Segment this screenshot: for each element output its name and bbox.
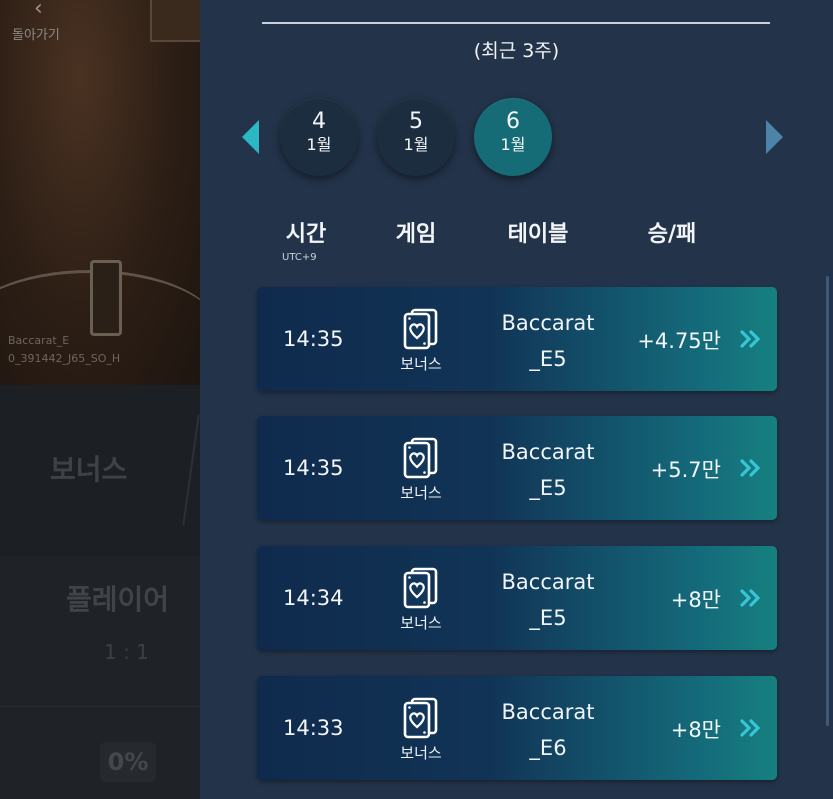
background-game-label: 보너스 (50, 453, 128, 486)
column-header-time: 시간 (285, 222, 327, 247)
row-time: 14:33 (283, 716, 344, 740)
background-percent: 0% (100, 742, 156, 782)
row-game: 보너스 (400, 614, 442, 632)
date-button-2[interactable]: 5 1월 (377, 98, 455, 176)
row-table-line1: Baccarat (501, 700, 595, 724)
row-table-line2: _E5 (529, 606, 567, 630)
history-row[interactable]: 14:34 보너스 Baccarat _E5 +8만 (257, 546, 777, 650)
history-row[interactable]: 14:35 보너스 Baccarat _E5 +4.75만 (257, 287, 777, 391)
row-table: Baccarat _E6 (487, 694, 609, 766)
next-date-icon[interactable] (766, 120, 783, 154)
bonus-card-heart-icon (403, 308, 438, 350)
column-header-result: 승/패 (647, 222, 697, 247)
row-table: Baccarat _E5 (487, 305, 609, 377)
history-row[interactable]: 14:35 보너스 Baccarat _E5 +5.7만 (257, 416, 777, 520)
date-month: 1월 (306, 135, 332, 154)
row-result: +8만 (670, 718, 721, 742)
row-game: 보너스 (400, 744, 442, 762)
double-chevron-right-icon[interactable] (739, 456, 763, 480)
date-month: 1월 (500, 135, 526, 154)
history-row[interactable]: 14:33 보너스 Baccarat _E6 +8만 (257, 676, 777, 780)
prev-date-icon[interactable] (242, 120, 259, 154)
date-month: 1월 (403, 135, 429, 154)
row-table: Baccarat _E5 (487, 434, 609, 506)
row-game: 보너스 (400, 484, 442, 502)
double-chevron-right-icon[interactable] (739, 327, 763, 351)
row-table-line2: _E5 (529, 476, 567, 500)
row-result: +4.75만 (637, 329, 721, 353)
period-subtitle: (최근 3주) (473, 40, 560, 62)
back-button-label[interactable]: 돌아가기 (12, 24, 60, 43)
date-button-3-selected[interactable]: 6 1월 (474, 98, 552, 176)
background-card-shoe (90, 260, 122, 336)
list-scrollbar[interactable] (826, 276, 829, 726)
row-time: 14:35 (283, 456, 344, 480)
date-day: 6 (506, 109, 520, 134)
date-button-1[interactable]: 4 1월 (280, 98, 358, 176)
background-table-name-line1: Baccarat_E (8, 334, 70, 347)
header-divider (262, 22, 770, 24)
background-table-name-line2: 0_391442_J65_SO_H (8, 352, 121, 365)
background-player-label: 플레이어 (66, 583, 170, 616)
bonus-card-heart-icon (403, 437, 438, 479)
background-game-view: ‹ 돌아가기 Baccarat_E 0_391442_J65_SO_H 보너스 … (0, 0, 200, 799)
double-chevron-right-icon[interactable] (739, 716, 763, 740)
row-result: +8만 (670, 588, 721, 612)
back-chevron-icon[interactable]: ‹ (34, 0, 43, 20)
row-table-line1: Baccarat (501, 311, 595, 335)
row-game: 보너스 (400, 355, 442, 373)
background-ratio: 1 : 1 (104, 640, 149, 664)
bonus-card-heart-icon (403, 567, 438, 609)
row-time: 14:35 (283, 327, 344, 351)
bonus-card-heart-icon (403, 697, 438, 739)
row-result: +5.7만 (650, 458, 721, 482)
double-chevron-right-icon[interactable] (739, 586, 763, 610)
background-table-name: Baccarat_E 0_391442_J65_SO_H (8, 332, 120, 368)
row-table: Baccarat _E5 (487, 564, 609, 636)
date-day: 5 (409, 109, 423, 134)
date-day: 4 (312, 109, 326, 134)
background-line (0, 706, 200, 707)
row-time: 14:34 (283, 586, 344, 610)
column-header-timezone: UTC+9 (282, 252, 317, 263)
row-table-line1: Baccarat (501, 440, 595, 464)
column-header-game: 게임 (395, 222, 437, 247)
column-header-table: 테이블 (507, 222, 569, 247)
background-prop (150, 0, 200, 42)
row-table-line2: _E5 (529, 347, 567, 371)
bet-history-panel: (최근 3주) 4 1월 5 1월 6 1월 시간 UTC+9 게임 테이블 승… (200, 0, 833, 799)
row-table-line2: _E6 (529, 736, 567, 760)
row-table-line1: Baccarat (501, 570, 595, 594)
